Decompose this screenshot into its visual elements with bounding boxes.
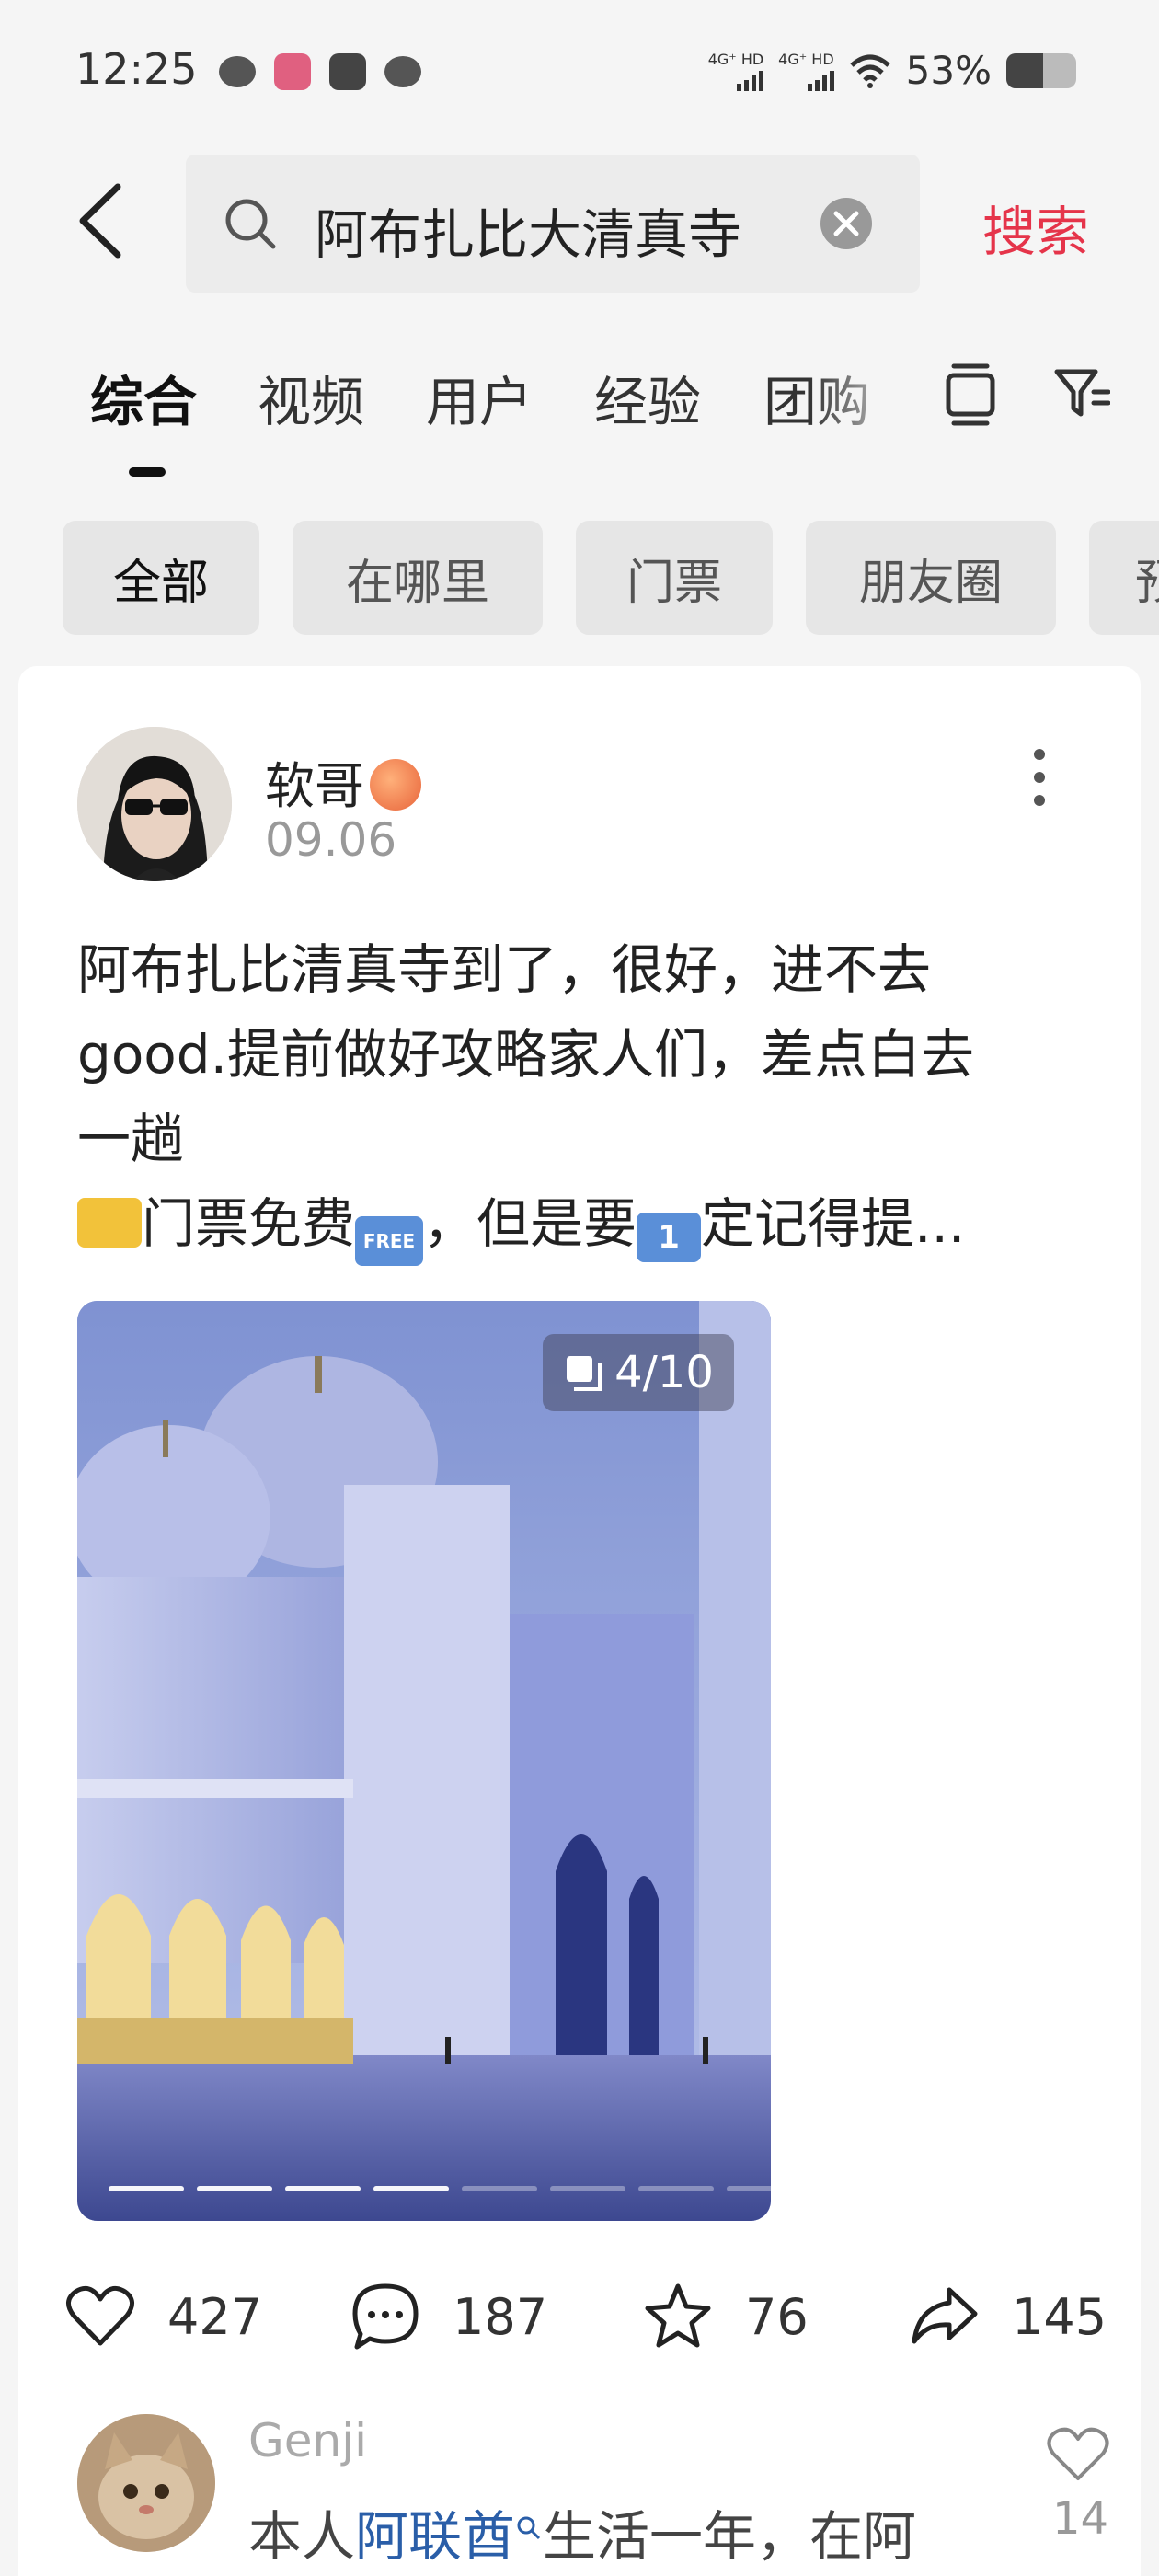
comment-text-fragment: 生活一年，在阿 [543,2505,917,2568]
message-icon [384,56,421,87]
chip-moments[interactable]: 朋友圈 [806,521,1056,635]
post-date: 09.06 [265,813,397,867]
author-name[interactable]: 软哥 [265,745,421,818]
comment-button[interactable]: 187 [350,2271,547,2363]
image-page-dot [462,2186,537,2191]
search-query[interactable]: 阿布扎比大清真寺 [315,191,741,269]
comment-count: 187 [453,2287,548,2346]
image-page-dot [638,2186,714,2191]
bilibili-icon [274,53,311,90]
battery-icon [1006,52,1076,88]
free-emoji-icon: FREE [355,1216,424,1266]
wifi-icon [849,54,890,88]
filter-chips: 全部 在哪里 门票 朋友圈 预 [0,521,1159,635]
gallery-icon [567,1356,602,1391]
keycap-one-emoji-icon: 1 [637,1213,702,1262]
post-text-fragment: ，但是要 [423,1192,637,1255]
image-counter-text: 4/10 [614,1347,714,1398]
comment-icon [352,2283,419,2350]
network-label-2: 4G⁺ HD [778,50,834,68]
star-icon [645,2283,711,2348]
image-page-dot [285,2186,361,2191]
post-text-fragment: 定记得提... [701,1192,966,1255]
system-indicators: 4G⁺ HD 4G⁺ HD 53% [708,48,1076,93]
post-body[interactable]: 阿布扎比清真寺到了，很好，进不去 good.提前做好攻略家人们，差点白去 一趟 … [77,927,1071,1266]
mosque-photo [77,1301,771,2221]
search-input[interactable]: 阿布扎比大清真寺 [186,155,920,293]
post-image[interactable]: 4/10 [77,1301,771,2221]
more-options-icon[interactable] [1030,745,1049,810]
share-icon [912,2287,978,2344]
ticket-emoji-icon [77,1198,142,1248]
status-bar: 12:25 4G⁺ HD 4G⁺ HD 53% [0,0,1159,147]
peach-emoji-icon [370,759,421,811]
image-counter: 4/10 [543,1334,734,1411]
battery-level [1006,52,1044,88]
image-pagination [109,2186,771,2191]
clear-icon[interactable] [819,196,874,251]
chip-all[interactable]: 全部 [63,521,259,635]
post-actions: 427 187 76 145 [18,2271,1141,2363]
commenter-name[interactable]: Genji [248,2414,367,2467]
battery-percent: 53% [905,48,992,93]
search-icon [225,199,276,249]
layers-icon[interactable] [943,361,998,427]
active-tab-indicator [129,467,166,477]
signal-1: 4G⁺ HD [707,50,764,91]
image-page-dot [109,2186,184,2191]
tabs-fade [809,350,920,451]
result-tabs: 综合 视频 用户 经验 团购 [0,350,1159,478]
tab-users[interactable]: 用户 [426,359,533,436]
post-card[interactable]: 软哥 09.06 阿布扎比清真寺到了，很好，进不去 good.提前做好攻略家人们… [18,666,1141,2576]
tab-all[interactable]: 综合 [90,359,197,436]
tab-experience[interactable]: 经验 [594,359,701,436]
status-time: 12:25 [75,44,198,94]
signal-2: 4G⁺ HD [778,50,834,91]
commenter-avatar[interactable] [77,2414,215,2552]
notification-icons [219,53,421,90]
author-name-text: 软哥 [265,757,364,815]
search-button[interactable]: 搜索 [982,189,1089,266]
signal-bars-icon [807,69,834,91]
chip-tickets[interactable]: 门票 [576,521,773,635]
image-page-dot [197,2186,272,2191]
cat-avatar-image [77,2414,215,2552]
signal-bars-icon [737,69,764,91]
filter-icon[interactable] [1053,364,1110,421]
comment-text-fragment: 本人 [248,2505,356,2568]
chip-more[interactable]: 预 [1089,521,1159,635]
comment-like-count: 14 [1052,2493,1109,2545]
comment-search-link[interactable]: 阿联酋 [355,2505,515,2568]
network-label-1: 4G⁺ HD [707,50,764,68]
share-count: 145 [1012,2287,1107,2346]
search-icon [517,2516,541,2540]
post-text-line: good.提前做好攻略家人们，差点白去 [77,1023,975,1086]
share-button[interactable]: 145 [909,2271,1107,2363]
comment-like-icon[interactable] [1045,2423,1111,2484]
wechat-icon [219,56,256,87]
favorite-count: 76 [745,2287,809,2346]
post-text-line: 一趟 [77,1108,185,1170]
back-arrow-icon[interactable] [74,179,129,262]
box-icon [329,53,366,90]
image-page-dot [727,2186,771,2191]
heart-icon [66,2285,134,2346]
post-text-line: 门票免费 FREE ，但是要 1 定记得提... [77,1181,1071,1266]
comment-text[interactable]: 本人阿联酋 生活一年，在阿 [248,2493,916,2570]
avatar-portrait [77,727,232,881]
chip-location[interactable]: 在哪里 [293,521,543,635]
image-page-dot [550,2186,625,2191]
image-page-dot [373,2186,449,2191]
like-button[interactable]: 427 [64,2271,262,2363]
post-text-fragment: 门票免费 [142,1192,356,1255]
author-avatar[interactable] [77,727,232,881]
favorite-button[interactable]: 76 [642,2271,809,2363]
post-text-line: 阿布扎比清真寺到了，很好，进不去 [77,938,932,1001]
tab-video[interactable]: 视频 [258,359,364,436]
like-count: 427 [167,2287,263,2346]
